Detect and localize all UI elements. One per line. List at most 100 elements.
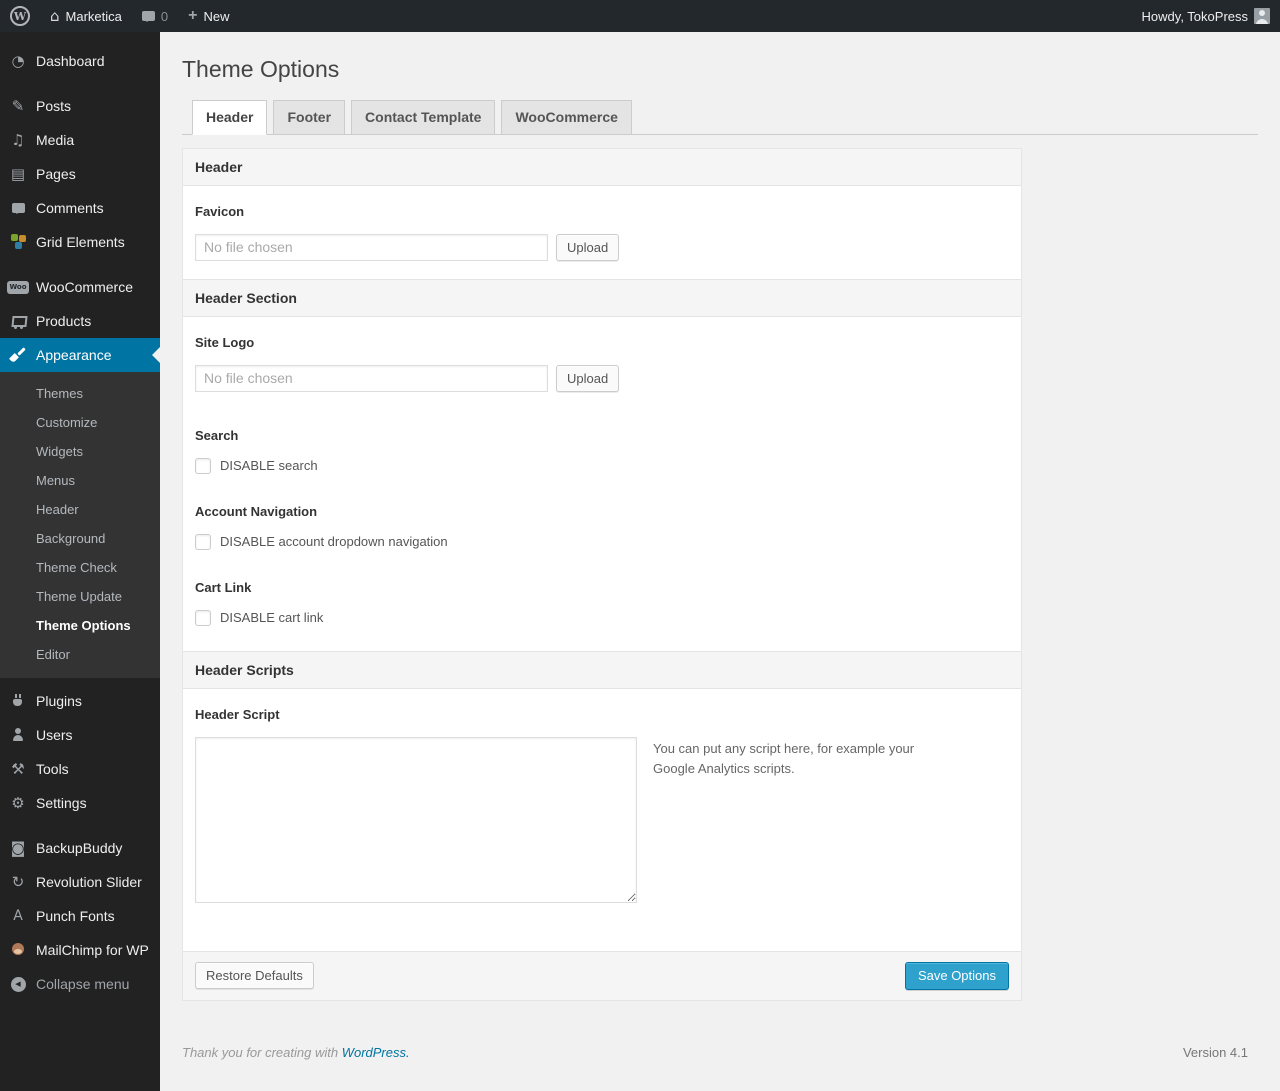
submenu-item-theme-update[interactable]: Theme Update xyxy=(0,582,160,611)
submenu-item-menus[interactable]: Menus xyxy=(0,466,160,495)
disable-account-navigation-checkbox[interactable] xyxy=(195,533,211,550)
header-script-textarea[interactable] xyxy=(195,736,637,903)
menu-separator xyxy=(0,78,160,89)
disable-cart-link-checkbox[interactable] xyxy=(195,609,211,626)
sidebar-item-appearance[interactable]: Appearance xyxy=(0,338,160,372)
sidebar-item-products[interactable]: Products xyxy=(0,304,160,338)
menu-separator xyxy=(0,820,160,831)
save-options-button[interactable]: Save Options xyxy=(904,961,1009,990)
footer-thanks-text: Thank you for creating with xyxy=(182,1044,342,1060)
collapse-arrow-icon xyxy=(8,976,28,992)
plus-icon: + xyxy=(188,7,198,24)
sidebar-item-comments[interactable]: Comments xyxy=(0,191,160,225)
sidebar-item-collapse-menu[interactable]: Collapse menu xyxy=(0,967,160,1001)
tools-icon: ⚒ xyxy=(11,759,25,778)
sidebar-item-grid-elements[interactable]: Grid Elements xyxy=(0,225,160,259)
search-field: Search DISABLE search xyxy=(183,428,1021,486)
site-logo-field: Site Logo Upload xyxy=(183,335,1021,410)
favicon-upload-button[interactable]: Upload xyxy=(556,233,620,261)
section-header-scripts-title: Header Scripts xyxy=(183,650,1021,689)
sidebar-item-label: Users xyxy=(36,727,73,743)
site-link[interactable]: ⌂ Marketica xyxy=(40,0,132,32)
person-icon xyxy=(8,727,28,743)
sidebar-item-label: Appearance xyxy=(36,347,112,363)
site-name: Marketica xyxy=(65,8,122,24)
account-menu[interactable]: Howdy, TokoPress xyxy=(1132,0,1280,32)
sidebar-item-media[interactable]: ♫ Media xyxy=(0,123,160,157)
site-logo-file-input[interactable] xyxy=(195,364,548,392)
cart-link-field: Cart Link DISABLE cart link xyxy=(183,580,1021,638)
favicon-file-input[interactable] xyxy=(195,233,548,261)
header-script-field: Header Script You can put any script her… xyxy=(183,707,1021,951)
header-script-hint: You can put any script here, for example… xyxy=(653,740,915,776)
wordpress-logo-menu[interactable]: W xyxy=(0,0,40,32)
wordpress-logo-icon: W xyxy=(10,6,30,26)
sidebar-item-users[interactable]: Users xyxy=(0,718,160,752)
submenu-item-header[interactable]: Header xyxy=(0,495,160,524)
new-content-menu[interactable]: + New xyxy=(178,0,239,32)
submenu-item-background[interactable]: Background xyxy=(0,524,160,553)
main-content: Theme Options Header Footer Contact Temp… xyxy=(160,32,1280,1080)
admin-sidebar: ◔ Dashboard ✎ Posts ♫ Media ▤ Pages Comm… xyxy=(0,32,160,1091)
sidebar-item-settings[interactable]: ⚙ Settings xyxy=(0,786,160,820)
sidebar-item-label: Tools xyxy=(36,761,69,777)
monkey-shape xyxy=(10,942,26,958)
section-header-section-title: Header Section xyxy=(183,278,1021,317)
search-label: Search xyxy=(195,427,239,443)
sidebar-item-woocommerce[interactable]: Woo WooCommerce xyxy=(0,270,160,304)
comment-bubble-shape xyxy=(11,203,25,214)
section-header-title: Header xyxy=(183,148,1021,186)
disable-search-checkbox-label: DISABLE search xyxy=(220,458,318,474)
sidebar-item-label: Posts xyxy=(36,98,72,114)
restore-defaults-button[interactable]: Restore Defaults xyxy=(195,962,314,990)
sidebar-item-label: Punch Fonts xyxy=(36,908,115,924)
sidebar-item-punch-fonts[interactable]: A Punch Fonts xyxy=(0,899,160,933)
disable-search-checkbox[interactable] xyxy=(195,457,211,474)
tab-header[interactable]: Header xyxy=(192,99,268,135)
submenu-item-themes[interactable]: Themes xyxy=(0,379,160,408)
person-shape xyxy=(10,727,26,743)
tab-footer[interactable]: Footer xyxy=(273,99,346,135)
sidebar-item-mailchimp[interactable]: MailChimp for WP xyxy=(0,933,160,967)
monkey-icon xyxy=(8,942,28,958)
submenu-item-theme-check[interactable]: Theme Check xyxy=(0,553,160,582)
admin-menu-lower: Plugins Users ⚒ Tools ⚙ Settings ◙ Backu… xyxy=(0,684,160,1001)
sidebar-item-label: Plugins xyxy=(36,693,82,709)
sidebar-item-dashboard[interactable]: ◔ Dashboard xyxy=(0,44,160,78)
cart-shape xyxy=(10,313,26,329)
sidebar-item-backupbuddy[interactable]: ◙ BackupBuddy xyxy=(0,831,160,865)
cart-icon xyxy=(8,313,28,329)
plug-shape xyxy=(10,693,26,709)
submenu-item-editor[interactable]: Editor xyxy=(0,640,160,669)
comments-shortcut[interactable]: 0 xyxy=(132,0,178,32)
sidebar-item-pages[interactable]: ▤ Pages xyxy=(0,157,160,191)
comment-bubble-icon xyxy=(8,203,28,214)
site-logo-upload-button[interactable]: Upload xyxy=(556,364,620,392)
brush-shape xyxy=(10,347,26,363)
sidebar-item-label: Revolution Slider xyxy=(36,874,142,890)
page-title: Theme Options xyxy=(182,56,340,82)
letter-a-glyph: A xyxy=(13,908,23,924)
dashboard-icon: ◔ xyxy=(11,51,25,70)
sidebar-item-posts[interactable]: ✎ Posts xyxy=(0,89,160,123)
media-icon: ♫ xyxy=(11,130,25,149)
footer-thanks: Thank you for creating with WordPress. xyxy=(182,1045,410,1060)
submenu-item-customize[interactable]: Customize xyxy=(0,408,160,437)
appearance-submenu: Themes Customize Widgets Menus Header Ba… xyxy=(0,372,160,678)
sidebar-item-tools[interactable]: ⚒ Tools xyxy=(0,752,160,786)
tab-woocommerce[interactable]: WooCommerce xyxy=(501,99,632,135)
avatar xyxy=(1254,8,1270,24)
version-text: Version 4.1 xyxy=(1182,1044,1248,1060)
sidebar-item-revolution-slider[interactable]: ↻ Revolution Slider xyxy=(0,865,160,899)
wordpress-link[interactable]: WordPress. xyxy=(342,1045,410,1060)
home-icon: ⌂ xyxy=(50,6,60,25)
sidebar-item-plugins[interactable]: Plugins xyxy=(0,684,160,718)
collapse-circle xyxy=(10,976,26,992)
favicon-field: Favicon Upload xyxy=(183,204,1021,279)
submenu-item-theme-options[interactable]: Theme Options xyxy=(0,611,160,640)
theme-options-panel: Header Favicon Upload Header Section Sit… xyxy=(182,147,1022,1001)
submenu-item-widgets[interactable]: Widgets xyxy=(0,437,160,466)
sidebar-item-label: Pages xyxy=(36,166,76,182)
panel-footer: Restore Defaults Save Options xyxy=(183,950,1021,1000)
tab-contact-template[interactable]: Contact Template xyxy=(351,99,496,135)
